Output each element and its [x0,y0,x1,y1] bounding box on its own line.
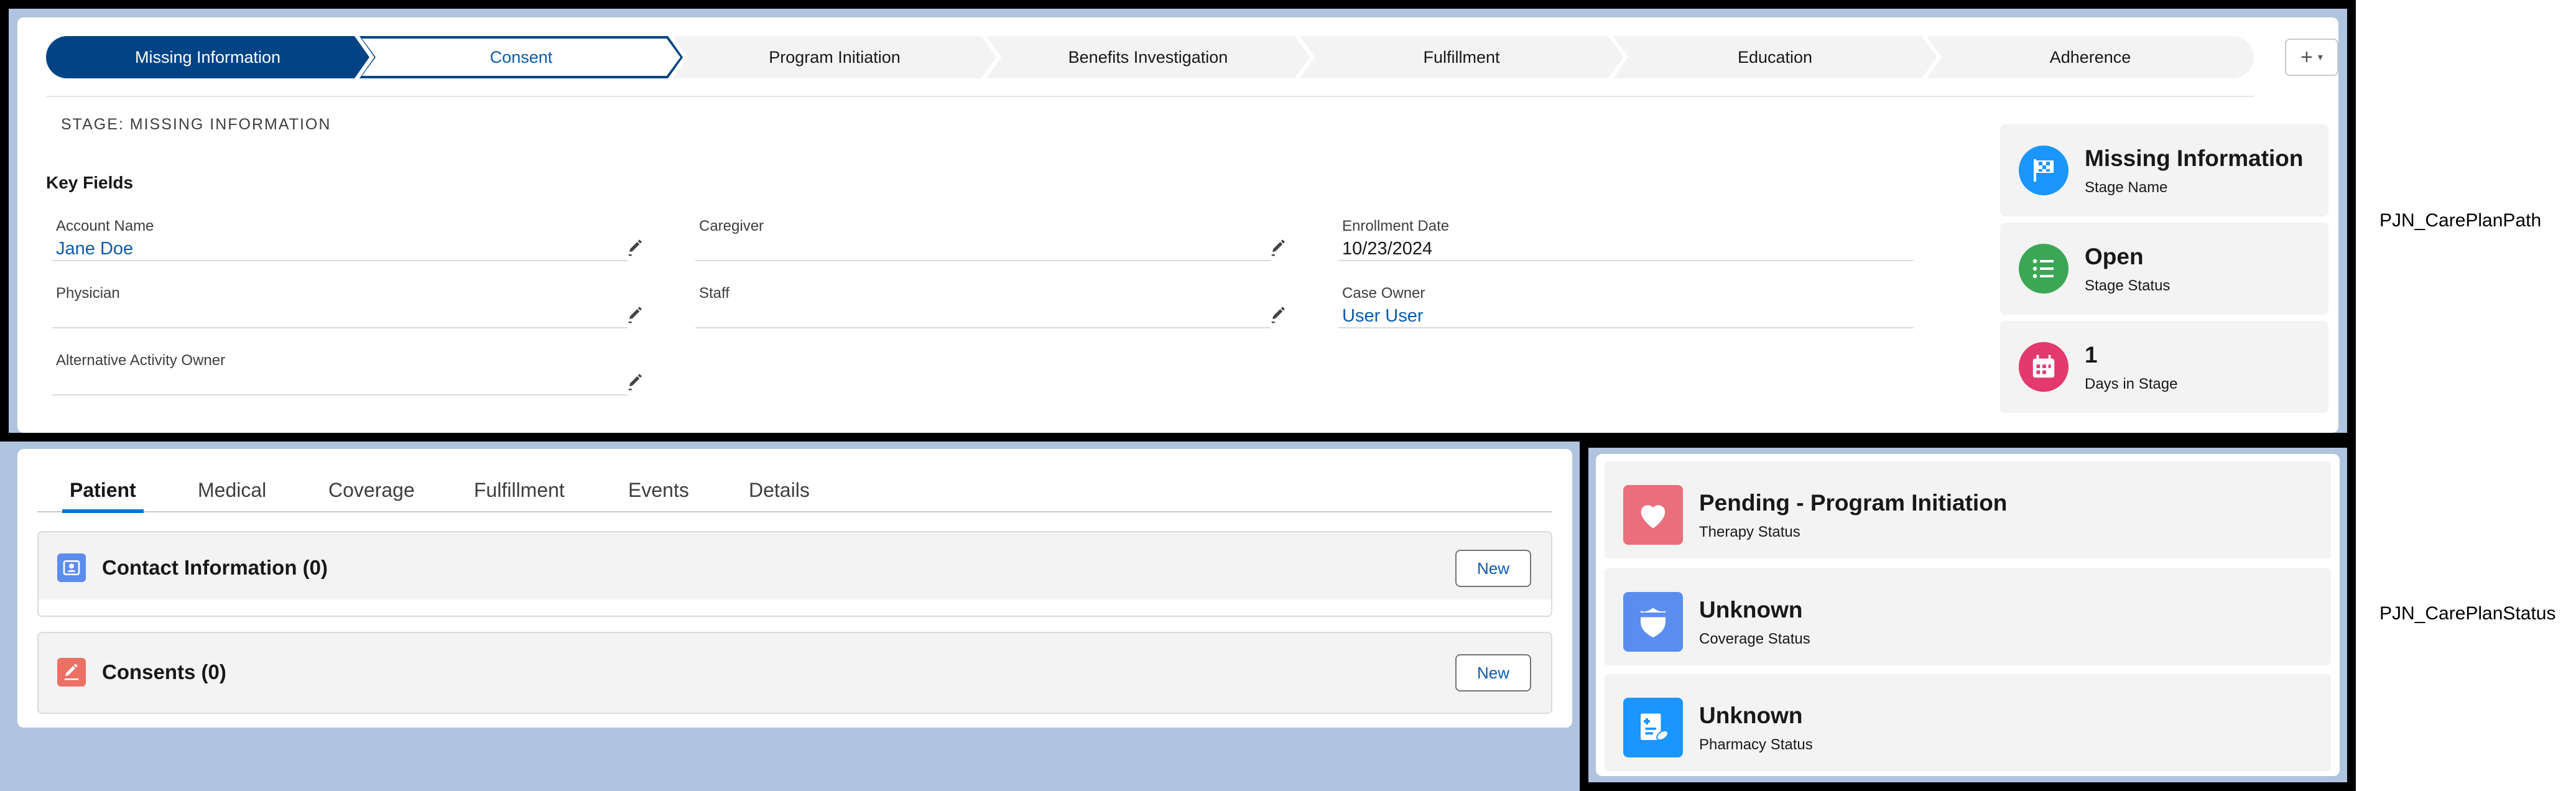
tab-bar: Patient Medical Coverage Fulfillment Eve… [37,449,1552,513]
stage-name-value: Missing Information [2085,146,2304,171]
pencil-icon[interactable] [1269,239,1288,257]
path-step-label: Fulfillment [1423,47,1500,67]
path-card: Missing Information Consent Program Init… [17,17,2338,433]
field-label: Alternative Activity Owner [56,352,226,369]
edit-icon [57,658,86,687]
chevron-down-icon: ▾ [2317,52,2323,63]
divider [46,96,2254,97]
checklist-icon [2019,244,2069,294]
stage-name-label: Stage Name [2085,179,2168,196]
tab-events[interactable]: Events [628,479,689,513]
heart-icon [1623,485,1683,545]
field-label: Staff [699,285,730,302]
related-list-header: Consents (0) New [39,633,1551,713]
pharmacy-status-value: Unknown [1699,703,1803,728]
related-list-title[interactable]: Consents (0) [102,660,226,684]
contact-icon [57,553,86,582]
prescription-icon [1623,698,1683,757]
field-value: 10/23/2024 [1342,239,1433,259]
stage-status-label: Stage Status [2085,277,2171,294]
days-in-stage-tile: 1 Days in Stage [2000,321,2328,413]
path-step-label: Program Initiation [769,47,901,67]
path-step-label: Education [1737,47,1813,67]
contact-information-list: Contact Information (0) New [37,531,1552,617]
path-more-button[interactable]: + ▾ [2285,39,2338,76]
tab-fulfillment[interactable]: Fulfillment [474,479,565,513]
therapy-status-label: Therapy Status [1699,524,1800,540]
status-card: Pending - Program Initiation Therapy Sta… [1596,454,2340,776]
stage-name-tile: Missing Information Stage Name [2000,124,2328,216]
path-step-consent[interactable]: Consent [359,36,683,78]
pharmacy-status-tile: Unknown Pharmacy Status [1605,674,2331,771]
therapy-status-tile: Pending - Program Initiation Therapy Sta… [1605,461,2331,558]
flag-icon [2019,146,2069,195]
path-step-label: Benefits Investigation [1068,47,1228,67]
pharmacy-status-label: Pharmacy Status [1699,736,1813,753]
field-physician: Physician [52,285,642,328]
days-in-stage-value: 1 [2085,342,2098,368]
case-owner-link[interactable]: User User [1342,306,1424,326]
care-plan-path-component: Missing Information Consent Program Init… [0,0,2356,442]
path-step-missing-information[interactable]: Missing Information [46,36,369,78]
pencil-icon[interactable] [1269,306,1288,325]
path-bar: Missing Information Consent Program Init… [46,36,2254,78]
care-plan-status-component: Pending - Program Initiation Therapy Sta… [1580,439,2356,791]
plus-icon: + [2300,45,2313,69]
new-contact-button[interactable]: New [1455,550,1531,587]
path-step-education[interactable]: Education [1613,36,1937,78]
path-component-label: PJN_CarePlanPath [2379,210,2542,231]
field-label: Account Name [56,218,154,234]
stage-label: STAGE: MISSING INFORMATION [61,116,331,133]
account-name-link[interactable]: Jane Doe [56,239,133,259]
path-step-label: Adherence [2049,47,2131,67]
record-tabs-region: Patient Medical Coverage Fulfillment Eve… [0,442,1580,791]
field-alternative-activity-owner: Alternative Activity Owner [52,352,642,396]
consents-list: Consents (0) New [37,632,1552,714]
coverage-status-tile: Unknown Coverage Status [1605,568,2331,665]
pencil-icon[interactable] [626,306,645,325]
tab-coverage[interactable]: Coverage [328,479,415,513]
record-tabs-card: Patient Medical Coverage Fulfillment Eve… [17,449,1572,728]
stage-status-value: Open [2085,244,2144,269]
path-step-label: Missing Information [134,47,281,67]
field-label: Physician [56,285,120,302]
field-staff: Staff [695,285,1285,328]
pencil-icon[interactable] [626,239,645,257]
tab-medical[interactable]: Medical [198,479,266,513]
related-list-header: Contact Information (0) New [39,532,1551,599]
field-label: Enrollment Date [1342,218,1450,234]
field-label: Caregiver [699,218,764,234]
shield-icon [1623,592,1683,652]
field-caregiver: Caregiver [695,218,1285,261]
coverage-status-value: Unknown [1699,597,1803,622]
path-step-program-initiation[interactable]: Program Initiation [673,36,996,78]
stage-status-tile: Open Stage Status [2000,223,2328,315]
tab-patient[interactable]: Patient [62,479,144,513]
calendar-icon [2019,342,2069,392]
related-list-title[interactable]: Contact Information (0) [102,556,328,580]
field-case-owner: Case Owner User User [1338,285,1914,328]
field-label: Case Owner [1342,285,1425,302]
path-step-label: Consent [489,47,553,67]
key-fields-title: Key Fields [46,173,134,192]
path-step-benefits-investigation[interactable]: Benefits Investigation [986,36,1310,78]
new-consent-button[interactable]: New [1455,654,1531,692]
status-component-label: PJN_CarePlanStatus [2379,603,2556,624]
field-account-name: Account Name Jane Doe [52,218,642,261]
therapy-status-value: Pending - Program Initiation [1699,490,2008,516]
days-in-stage-label: Days in Stage [2085,376,2178,392]
coverage-status-label: Coverage Status [1699,631,1810,647]
path-step-fulfillment[interactable]: Fulfillment [1300,36,1623,78]
pencil-icon[interactable] [626,373,645,392]
tab-details[interactable]: Details [749,479,810,513]
field-enrollment-date: Enrollment Date 10/23/2024 [1338,218,1914,261]
path-step-adherence[interactable]: Adherence [1927,36,2254,78]
